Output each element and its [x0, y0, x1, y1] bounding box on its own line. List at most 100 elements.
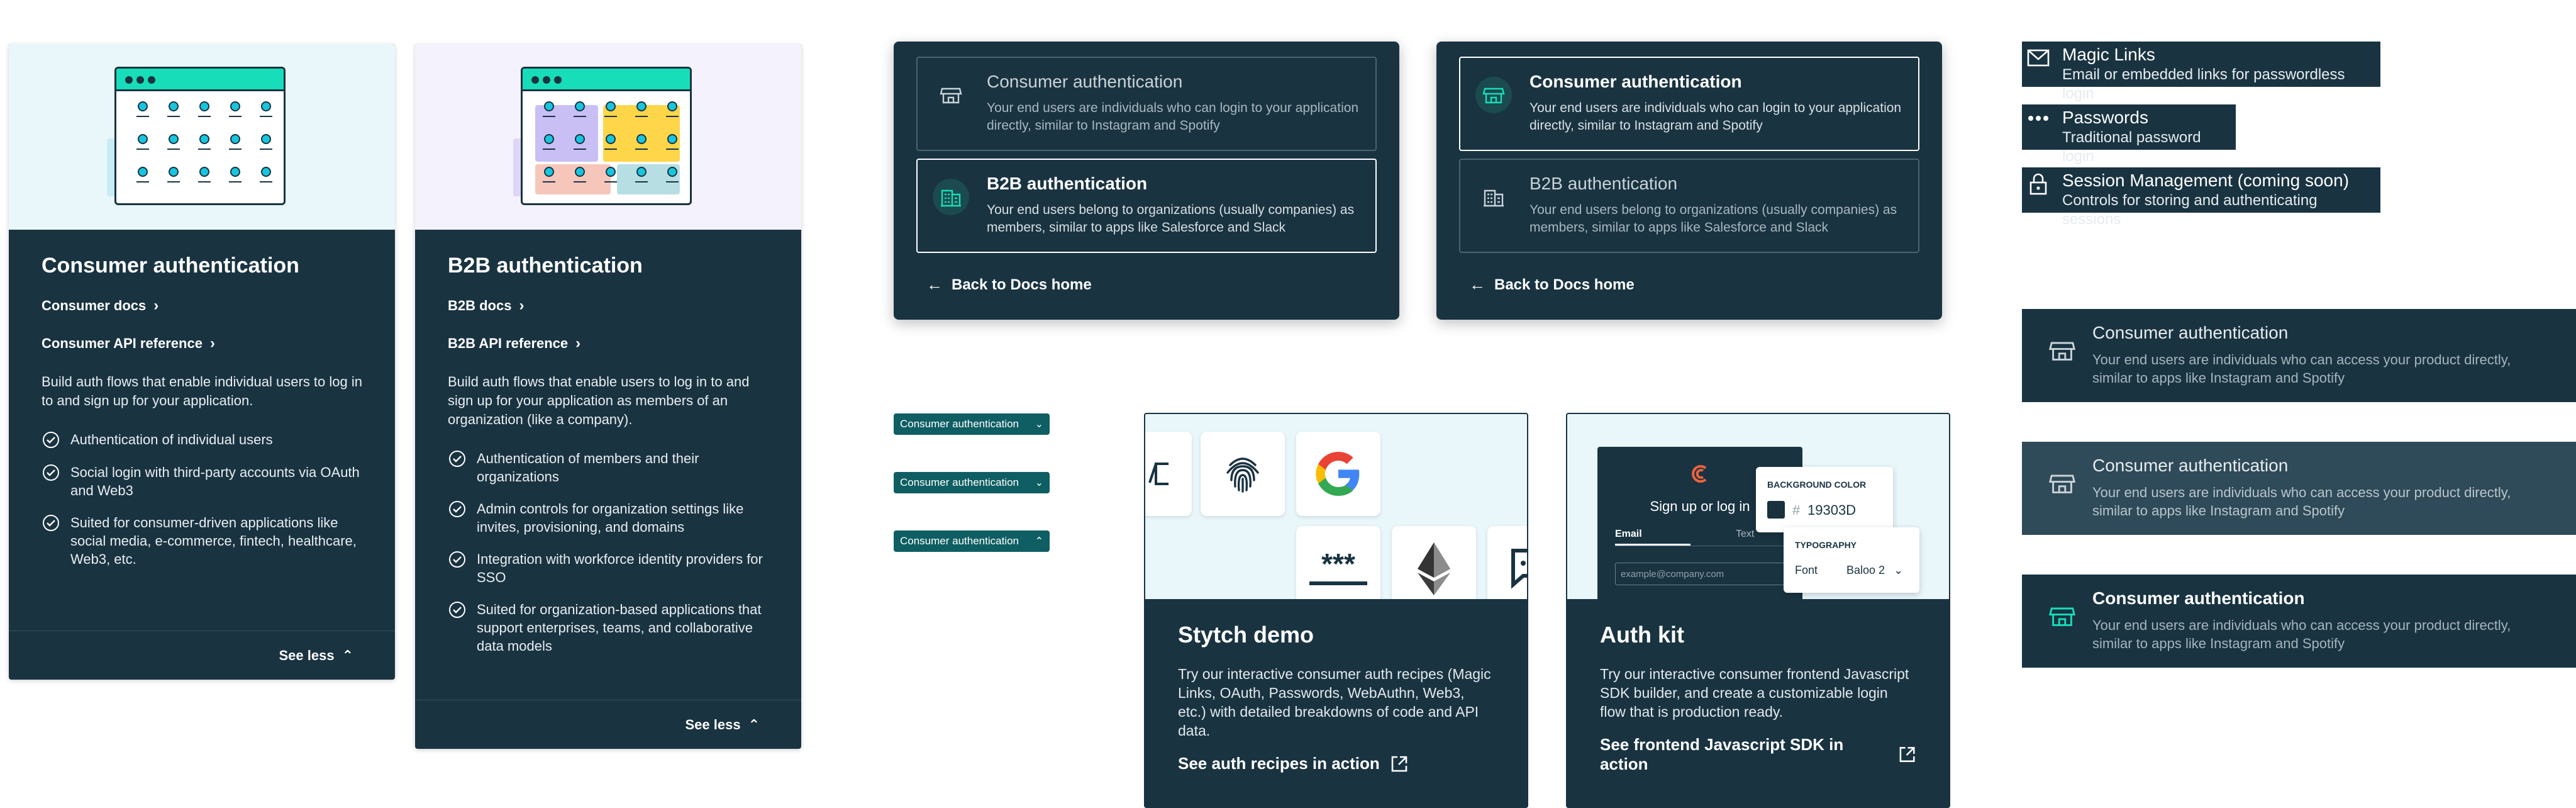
b2b-docs-link[interactable]: B2B docs › [448, 297, 769, 315]
demo-description: Try our interactive consumer frontend Ja… [1600, 666, 1909, 720]
option-description: Your end users are individuals who can l… [1530, 101, 1902, 133]
feature-item: Suited for organization-based applicatio… [448, 600, 769, 655]
auth-switcher-consumer-selected: Consumer authentication Your end users a… [1436, 42, 1942, 320]
storefront-icon [933, 77, 969, 113]
product-title: Session Management (coming soon) [2062, 171, 2350, 190]
consumer-option-default[interactable]: Consumer authentication Your end users a… [2022, 309, 2576, 402]
password-dots-icon [2028, 116, 2048, 121]
storefront-icon [1475, 77, 1512, 113]
auth-type-dropdown-open[interactable]: Consumer authentication ⌃ [894, 530, 1050, 552]
check-circle-icon [43, 515, 59, 531]
card-title: Consumer authentication [42, 254, 299, 278]
option-description: Your end users are individuals who can a… [2092, 485, 2511, 519]
check-circle-icon [449, 501, 465, 517]
chevron-up-icon: ⌃ [341, 647, 353, 663]
option-title: B2B authentication [1530, 174, 1678, 193]
option-description: Your end users are individuals who can a… [2092, 617, 2511, 651]
storefront-icon [2048, 607, 2076, 626]
lock-icon [2029, 173, 2047, 195]
feature-item: Authentication of members and their orga… [448, 449, 769, 486]
text-tab[interactable]: Text [1736, 529, 1754, 540]
see-less-button[interactable]: See less ⌃ [9, 631, 395, 680]
demo-illustration: *** [1145, 414, 1527, 599]
demo-title: Stytch demo [1178, 622, 1314, 648]
email-input[interactable]: example@company.com [1615, 563, 1797, 585]
option-description: Your end users belong to organizations (… [1530, 203, 1897, 235]
chevron-down-icon: ⌄ [1894, 564, 1904, 576]
consumer-option-selected[interactable]: Consumer authentication Your end users a… [2022, 575, 2576, 668]
consumer-docs-link[interactable]: Consumer docs › [42, 297, 362, 315]
auth-kit-preview: Sign up or log in Email Text example@com… [1567, 414, 1949, 599]
consumer-auth-option[interactable]: Consumer authentication Your end users a… [1459, 57, 1919, 151]
chat-icon [1487, 526, 1527, 599]
option-title: B2B authentication [987, 174, 1148, 193]
building-icon [1475, 179, 1512, 215]
card-description: Build auth flows that enable individual … [42, 374, 362, 408]
consumer-api-link[interactable]: Consumer API reference › [42, 335, 362, 352]
card-description: Build auth flows that enable users to lo… [448, 374, 750, 427]
auth-type-dropdown[interactable]: Consumer authentication ⌄ [894, 413, 1050, 435]
product-description: Controls for storing and authenticating … [2062, 192, 2318, 228]
see-less-button[interactable]: See less ⌃ [415, 700, 801, 749]
password-icon: *** [1296, 526, 1380, 599]
auth-kit-card[interactable]: Sign up or log in Email Text example@com… [1566, 413, 1950, 808]
chevron-right-icon: › [209, 335, 215, 352]
email-tab[interactable]: Email [1615, 529, 1642, 540]
product-title: Magic Links [2062, 45, 2155, 64]
b2b-auth-card: B2B authentication B2B docs › B2B API ref… [415, 44, 801, 749]
ethereum-icon [1392, 526, 1476, 599]
check-circle-icon [43, 432, 59, 448]
feature-item: Suited for consumer-driven applications … [42, 513, 362, 568]
b2b-auth-option[interactable]: B2B authentication Your end users belong… [916, 159, 1377, 253]
product-description: Email or embedded links for passwordless… [2062, 66, 2345, 102]
arrow-left-icon: ← [926, 275, 943, 294]
envelope-tile [1145, 432, 1192, 516]
typography-panel: TYPOGRAPHY Font Baloo 2 ⌄ [1784, 527, 1919, 593]
auth-switcher-b2b-selected: Consumer authentication Your end users a… [894, 42, 1399, 320]
external-link-icon [1899, 747, 1915, 762]
check-circle-icon [43, 464, 59, 481]
external-link-icon [1391, 756, 1407, 772]
envelope-icon [2027, 49, 2050, 67]
product-item-passwords[interactable]: Passwords Traditional password login [2022, 104, 2236, 165]
chevron-up-icon: ⌃ [1035, 536, 1043, 547]
see-auth-recipes-link[interactable]: See auth recipes in action [1178, 754, 1494, 773]
option-title: Consumer authentication [987, 72, 1183, 91]
chevron-right-icon: › [519, 297, 525, 314]
auth-type-dropdown[interactable]: Consumer authentication ⌄ [894, 472, 1050, 493]
b2b-auth-option[interactable]: B2B authentication Your end users belong… [1459, 159, 1919, 253]
check-circle-icon [449, 451, 465, 467]
consumer-illustration [9, 44, 395, 230]
chevron-up-icon: ⌃ [748, 716, 760, 732]
see-js-sdk-link[interactable]: See frontend Javascript SDK in action [1600, 735, 1916, 774]
stytch-demo-card[interactable]: *** Stytch demo Try our interactive cons… [1144, 413, 1528, 808]
option-title: Consumer authentication [2092, 588, 2305, 608]
option-description: Your end users belong to organizations (… [987, 203, 1355, 235]
option-title: Consumer authentication [2092, 456, 2289, 475]
product-item-session-management[interactable]: Session Management (coming soon) Control… [2022, 167, 2380, 228]
feature-item: Admin controls for organization settings… [448, 500, 769, 536]
color-value-input[interactable]: 19303D [1807, 502, 1856, 519]
b2b-illustration [415, 44, 801, 230]
consumer-option-hover[interactable]: Consumer authentication Your end users a… [2022, 442, 2576, 535]
fingerprint-icon [1201, 432, 1285, 516]
back-to-docs-link[interactable]: ← Back to Docs home [1469, 275, 1635, 295]
option-description: Your end users are individuals who can a… [2092, 352, 2511, 386]
product-title: Passwords [2062, 108, 2148, 127]
chevron-down-icon: ⌄ [1035, 478, 1043, 488]
chevron-right-icon: › [153, 297, 159, 314]
consumer-auth-option[interactable]: Consumer authentication Your end users a… [916, 57, 1377, 151]
building-icon [933, 179, 969, 215]
product-description: Traditional password login [2062, 129, 2201, 165]
color-swatch[interactable] [1767, 501, 1785, 519]
product-item-magic-links[interactable]: Magic Links Email or embedded links for … [2022, 42, 2380, 102]
option-description: Your end users are individuals who can l… [987, 101, 1359, 133]
font-select[interactable]: Baloo 2 ⌄ [1846, 564, 1903, 577]
option-title: Consumer authentication [2092, 323, 2289, 342]
google-icon [1296, 432, 1380, 516]
b2b-api-link[interactable]: B2B API reference › [448, 335, 769, 352]
chevron-right-icon: › [575, 335, 581, 352]
background-color-panel: BACKGROUND COLOR # 19303D [1756, 467, 1893, 532]
back-to-docs-link[interactable]: ← Back to Docs home [926, 275, 1092, 295]
logo-icon [1692, 465, 1707, 483]
